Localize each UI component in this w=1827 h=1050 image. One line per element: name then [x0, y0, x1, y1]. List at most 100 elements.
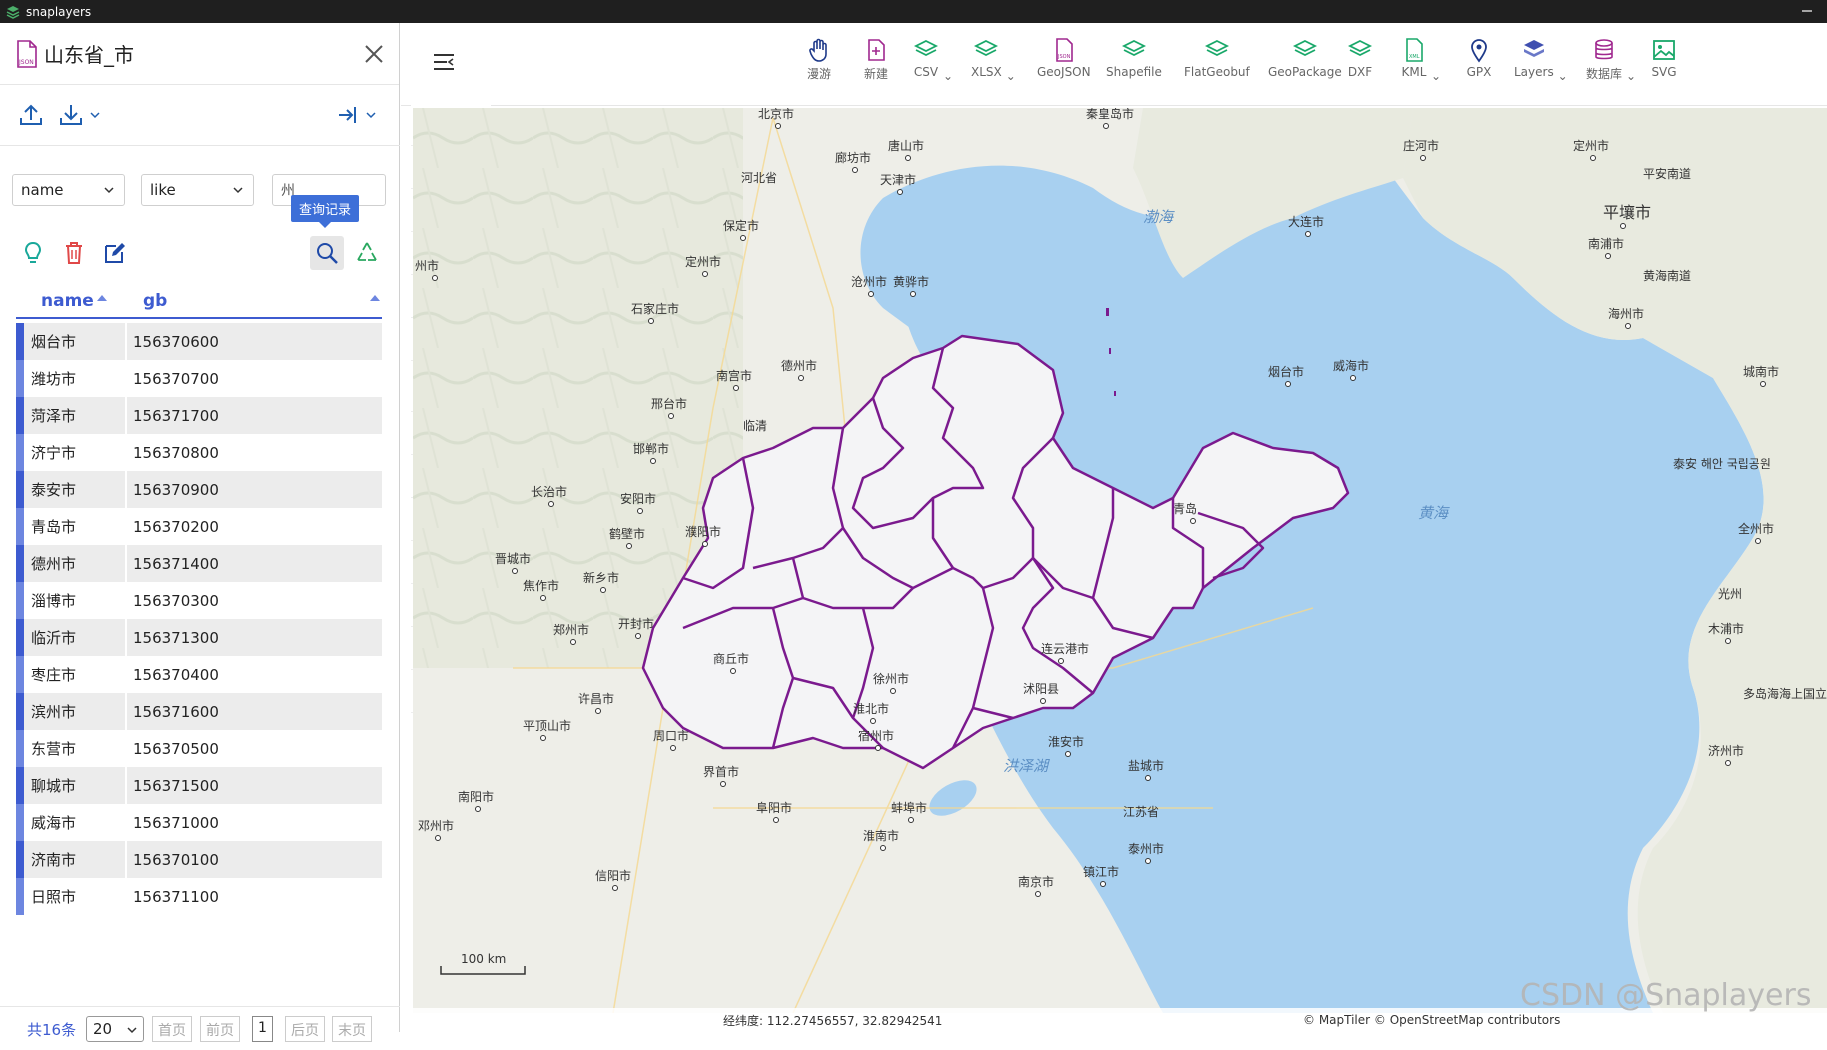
- column-divider: [125, 434, 127, 471]
- cell-gb: 156370500: [133, 739, 219, 758]
- toolbar-label: DXF: [1347, 65, 1373, 79]
- sort-asc-icon[interactable]: [370, 295, 380, 301]
- table-row[interactable]: 泰安市 156370900: [16, 471, 382, 508]
- toolbar-layers-button[interactable]: Layers ⌄: [1514, 37, 1568, 83]
- city-dot: [1103, 123, 1109, 129]
- table-row[interactable]: 威海市 156371000: [16, 804, 382, 841]
- table-row[interactable]: 潍坊市 156370700: [16, 360, 382, 397]
- city-dot: [512, 568, 518, 574]
- upload-button[interactable]: [18, 100, 44, 130]
- cell-name: 滨州市: [31, 703, 77, 721]
- table-row[interactable]: 济南市 156370100: [16, 841, 382, 878]
- city-dot: [1305, 231, 1311, 237]
- next-page-button[interactable]: 后页: [285, 1016, 325, 1042]
- city-dot: [570, 639, 576, 645]
- prev-page-button[interactable]: 前页: [200, 1016, 240, 1042]
- city-dot: [1145, 858, 1151, 864]
- toolbar-数据库-button[interactable]: 数据库 ⌄: [1586, 37, 1636, 83]
- city-dot: [905, 155, 911, 161]
- edit-button[interactable]: [98, 236, 132, 270]
- toolbar-漫游-button[interactable]: 漫游: [806, 37, 832, 82]
- table-row[interactable]: 聊城市 156371500: [16, 767, 382, 804]
- table-row[interactable]: 济宁市 156370800: [16, 434, 382, 471]
- svg-text:JSON: JSON: [1057, 54, 1071, 60]
- page-size-select[interactable]: 20: [86, 1016, 144, 1042]
- cell-name: 淄博市: [31, 592, 77, 610]
- layer-title: 山东省_市: [44, 43, 134, 67]
- cell-name: 潍坊市: [31, 370, 77, 388]
- delete-button[interactable]: [57, 236, 91, 270]
- toolbar-shapefile-button[interactable]: Shapefile: [1106, 37, 1162, 79]
- toolbar-label: Shapefile: [1106, 65, 1162, 79]
- column-divider: [125, 471, 127, 508]
- toolbar-kml-button[interactable]: XML KML ⌄: [1401, 37, 1441, 83]
- field-select[interactable]: name: [12, 174, 125, 206]
- table-row[interactable]: 青岛市 156370200: [16, 508, 382, 545]
- row-color-bar: [16, 582, 24, 619]
- toolbar-dxf-button[interactable]: DXF: [1347, 37, 1373, 79]
- minimize-icon[interactable]: [1799, 3, 1815, 19]
- page-size-value: 20: [93, 1020, 113, 1038]
- toolbar-gpx-button[interactable]: GPX: [1466, 37, 1492, 79]
- row-color-bar: [16, 804, 24, 841]
- city-dot: [635, 633, 641, 639]
- city-dot: [798, 375, 804, 381]
- row-color-bar: [16, 656, 24, 693]
- toolbar-svg-button[interactable]: SVG: [1651, 37, 1677, 79]
- table-row[interactable]: 枣庄市 156370400: [16, 656, 382, 693]
- cell-gb: 156371400: [133, 554, 219, 573]
- highlight-button[interactable]: [16, 236, 50, 270]
- cell-name: 烟台市: [31, 333, 77, 351]
- column-header-gb[interactable]: gb: [143, 291, 167, 311]
- menu-collapse-icon[interactable]: [431, 49, 457, 75]
- location-pin-icon: [1471, 39, 1487, 63]
- download-button[interactable]: [58, 100, 102, 130]
- table-row[interactable]: 淄博市 156370300: [16, 582, 382, 619]
- column-header-name[interactable]: name: [41, 291, 94, 311]
- close-icon[interactable]: [363, 43, 385, 65]
- table-row[interactable]: 滨州市 156371600: [16, 693, 382, 730]
- toolbar-新建-button[interactable]: 新建: [863, 37, 889, 82]
- current-page[interactable]: 1: [252, 1016, 273, 1042]
- first-page-button[interactable]: 首页: [152, 1016, 192, 1042]
- table-row[interactable]: 菏泽市 156371700: [16, 397, 382, 434]
- map-label: 淮南市: [863, 828, 899, 843]
- export-icon: [339, 107, 356, 123]
- last-page-button[interactable]: 末页: [332, 1016, 372, 1042]
- city-dot: [1035, 891, 1041, 897]
- cell-gb: 156370800: [133, 443, 219, 462]
- table-row[interactable]: 日照市 156371100: [16, 878, 382, 915]
- map-label: 长治市: [531, 484, 567, 499]
- layer-header: JSON 山东省_市: [0, 23, 399, 85]
- toolbar-label: GPX: [1466, 65, 1492, 79]
- city-dot: [880, 845, 886, 851]
- map-label: 大连市: [1288, 214, 1324, 229]
- table-row[interactable]: 德州市 156371400: [16, 545, 382, 582]
- table-row[interactable]: 烟台市 156370600: [16, 323, 382, 360]
- toolbar-flatgeobuf-button[interactable]: FlatGeobuf: [1184, 37, 1250, 79]
- chevron-down-icon: ⌄: [1005, 69, 1016, 83]
- operator-select[interactable]: like: [141, 174, 254, 206]
- map-canvas[interactable]: 北京市 秦皇岛市唐山市廊坊市天津市河北省保定市定州市沧州市 黄骅市石家庄市南宫市德州…: [413, 108, 1827, 1013]
- table-row[interactable]: 临沂市 156371300: [16, 619, 382, 656]
- city-dot: [1100, 881, 1106, 887]
- map-view[interactable]: 北京市 秦皇岛市 唐山市 廊坊市 天津市 河北省 保定市 定州市 沧州市 黄骅市 石家庄市 南宫市 德州…: [413, 108, 1827, 1013]
- table-row[interactable]: 东营市 156370500: [16, 730, 382, 767]
- toolbar-xlsx-button[interactable]: XLSX ⌄: [971, 37, 1016, 83]
- export-button[interactable]: [336, 100, 378, 130]
- reset-button[interactable]: [350, 236, 384, 270]
- city-dot: [668, 413, 674, 419]
- map-label: 濮阳市: [685, 524, 721, 539]
- query-button[interactable]: [310, 236, 344, 270]
- toolbar-csv-button[interactable]: CSV ⌄: [913, 37, 953, 83]
- toolbar-label: SVG: [1651, 65, 1677, 79]
- map-label: 海州市: [1608, 306, 1644, 321]
- toolbar-label: GeoPackage: [1268, 65, 1342, 79]
- toolbar-label: FlatGeobuf: [1184, 65, 1250, 79]
- toolbar-geojson-button[interactable]: JSON GeoJSON: [1037, 37, 1091, 79]
- map-label: 泰州市: [1128, 841, 1164, 856]
- toolbar-geopackage-button[interactable]: GeoPackage: [1268, 37, 1342, 79]
- image-icon: [1653, 40, 1675, 60]
- sort-asc-icon[interactable]: [97, 295, 107, 301]
- map-label: 沭阳县: [1023, 682, 1059, 696]
